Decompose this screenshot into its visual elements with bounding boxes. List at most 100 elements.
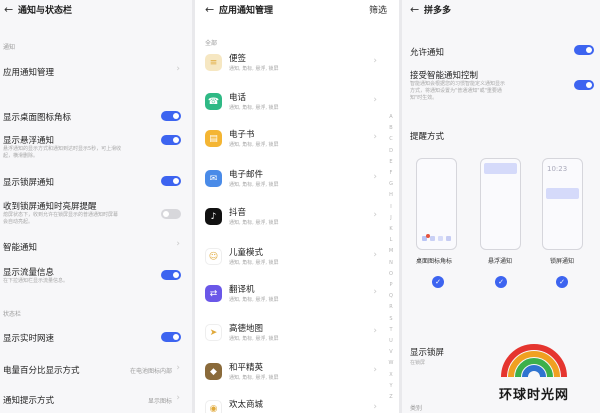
app-row[interactable]: ⇄ 翻译机 通知, 角标, 悬浮, 锁屏 › [195, 279, 399, 317]
check-icon[interactable]: ✓ [495, 276, 507, 288]
float-mode-preview[interactable] [480, 158, 521, 250]
app-icon-dot [446, 236, 451, 241]
app-row[interactable]: ≡ 便签 通知, 角标, 悬浮, 锁屏 › [195, 48, 399, 86]
app-icon-dot [430, 236, 435, 241]
alphabet-letter[interactable]: B [386, 123, 396, 134]
realtime-speed-toggle[interactable] [161, 332, 181, 342]
section-label-notify: 通知 [3, 44, 16, 51]
alphabet-letter[interactable]: P [386, 280, 396, 291]
float-notification-toggle[interactable] [161, 135, 181, 145]
chevron-right-icon: › [373, 95, 377, 105]
alphabet-letter[interactable]: R [386, 302, 396, 313]
chevron-right-icon: › [373, 250, 377, 260]
chevron-right-icon: › [176, 363, 180, 373]
wake-screen-row[interactable]: 收到锁屏通知时亮屏提醒 熄屏状态下，收到允许在锁屏显示的普通通知时屏幕 会自动亮… [0, 196, 192, 230]
alphabet-letter[interactable]: L [386, 235, 396, 246]
chevron-right-icon: › [373, 172, 377, 182]
alphabet-letter[interactable]: Z [386, 392, 396, 403]
check-icon[interactable]: ✓ [432, 276, 444, 288]
smart-control-row[interactable]: 接受智能通知控制 智能通知会根据您的习惯智能定义通知显示 方式，将通知设置为"普… [402, 66, 600, 106]
app-row[interactable]: ➤ 高德地图 通知, 角标, 悬浮, 锁屏 › [195, 318, 399, 356]
alphabet-letter[interactable]: A [386, 112, 396, 123]
section-label-all: 全部 [205, 40, 218, 47]
lockscreen-mode-preview[interactable]: 10:23 [542, 158, 583, 250]
traffic-info-row[interactable]: 显示流量信息 在下拉通知栏显示流量信息。 [0, 262, 192, 290]
app-name: 翻译机 [229, 285, 255, 295]
app-name: 儿童模式 [229, 248, 264, 258]
alphabet-letter[interactable]: E [386, 157, 396, 168]
alphabet-letter[interactable]: O [386, 269, 396, 280]
desktop-badge-row[interactable]: 显示桌面图标角标 [0, 106, 192, 126]
alphabet-letter[interactable]: N [386, 258, 396, 269]
float-notification-row[interactable]: 显示悬浮通知 悬浮通知的显示方式和通知到达时显示5秒，可上滑收 起，横滑删除。 [0, 130, 192, 164]
phone-icon: ☎ [205, 93, 222, 110]
notes-icon: ≡ [205, 54, 222, 71]
row-desc: 智能通知会根据您的习惯智能定义通知显示 [410, 81, 506, 87]
wake-screen-toggle[interactable] [161, 209, 181, 219]
app-row[interactable]: ☎ 电话 通知, 角标, 悬浮, 锁屏 › [195, 87, 399, 125]
app-row[interactable]: ◆ 和平精英 通知, 角标, 悬浮, 锁屏 › [195, 357, 399, 395]
mode-label-lock: 锁屏通知 [550, 258, 575, 265]
alphabet-letter[interactable]: M [386, 246, 396, 257]
alphabet-letter[interactable]: F [386, 168, 396, 179]
alphabet-letter[interactable]: Q [386, 291, 396, 302]
alphabet-letter[interactable]: C [386, 134, 396, 145]
row-desc: 方式，将通知设置为"普通通知"或"重要通 [410, 88, 502, 94]
header: ← 通知与状态栏 [0, 0, 192, 18]
alphabet-letter[interactable]: X [386, 370, 396, 381]
filter-button[interactable]: 筛选 [369, 3, 387, 16]
app-icon-dot [438, 236, 443, 241]
back-arrow-icon[interactable]: ← [4, 4, 18, 15]
alphabet-letter[interactable]: T [386, 325, 396, 336]
watermark-text: 环球时光网 [498, 388, 569, 403]
check-icon[interactable]: ✓ [556, 276, 568, 288]
notify-hint-row[interactable]: 通知提示方式 显示图标 › [0, 389, 192, 409]
alphabet-letter[interactable]: Y [386, 381, 396, 392]
alphabet-letter[interactable]: H [386, 190, 396, 201]
alphabet-letter[interactable]: D [386, 146, 396, 157]
chevron-right-icon: › [373, 56, 377, 66]
page-title: 应用通知管理 [219, 5, 274, 16]
lockscreen-notification-row[interactable]: 显示锁屏通知 [0, 171, 192, 191]
badge-dot-icon [426, 234, 430, 238]
alphabet-letter[interactable]: S [386, 314, 396, 325]
desktop-badge-toggle[interactable] [161, 111, 181, 121]
traffic-info-toggle[interactable] [161, 270, 181, 280]
smart-control-toggle[interactable] [574, 80, 594, 90]
row-desc: 起，横滑删除。 [3, 153, 39, 159]
app-row[interactable]: ◉ 欢太商城 › [195, 394, 399, 413]
app-row[interactable]: ♪ 抖音 通知, 角标, 悬浮, 锁屏 › [195, 202, 399, 240]
app-row[interactable]: ✉ 电子邮件 通知, 角标, 悬浮, 锁屏 › [195, 164, 399, 202]
realtime-speed-row[interactable]: 显示实时网速 [0, 327, 192, 347]
alphabet-letter[interactable]: I [386, 202, 396, 213]
back-arrow-icon[interactable]: ← [205, 4, 219, 15]
alphabet-letter[interactable]: K [386, 224, 396, 235]
row-title: 显示悬浮通知 [3, 136, 55, 146]
chevron-right-icon: › [373, 326, 377, 336]
battery-percent-row[interactable]: 电量百分比显示方式 在电池图标内部 › [0, 359, 192, 379]
section-label-status: 状态栏 [3, 311, 22, 318]
lockscreen-notification-toggle[interactable] [161, 176, 181, 186]
alphabet-index[interactable]: ABCDEFGHIJKLMNOPQRSTUVWXYZ [386, 112, 396, 403]
row-desc: 熄屏状态下，收到允许在锁屏显示的普通通知时屏幕 [3, 212, 119, 218]
kids-mode-icon: ☺ [205, 248, 222, 265]
badge-mode-preview[interactable] [416, 158, 457, 250]
alphabet-letter[interactable]: V [386, 347, 396, 358]
alphabet-letter[interactable]: W [386, 358, 396, 369]
app-row[interactable]: ▤ 电子书 通知, 角标, 悬浮, 锁屏 › [195, 124, 399, 162]
row-title: 显示锁屏 [410, 348, 445, 358]
row-title: 通知提示方式 [3, 396, 55, 406]
back-arrow-icon[interactable]: ← [410, 4, 424, 15]
row-title: 允许通知 [410, 48, 445, 58]
row-title: 智能通知 [3, 243, 38, 253]
alphabet-letter[interactable]: J [386, 213, 396, 224]
alphabet-letter[interactable]: G [386, 179, 396, 190]
alphabet-letter[interactable]: U [386, 336, 396, 347]
app-name: 抖音 [229, 208, 247, 218]
allow-notification-row[interactable]: 允许通知 [402, 42, 600, 62]
allow-notification-toggle[interactable] [574, 45, 594, 55]
app-notification-management-row[interactable]: 应用通知管理 › [0, 60, 192, 82]
smart-notification-row[interactable]: 智能通知 › [0, 236, 192, 256]
app-row[interactable]: ☺ 儿童模式 通知, 角标, 悬浮, 锁屏 › [195, 242, 399, 280]
remind-mode-label: 提醒方式 [410, 132, 445, 142]
